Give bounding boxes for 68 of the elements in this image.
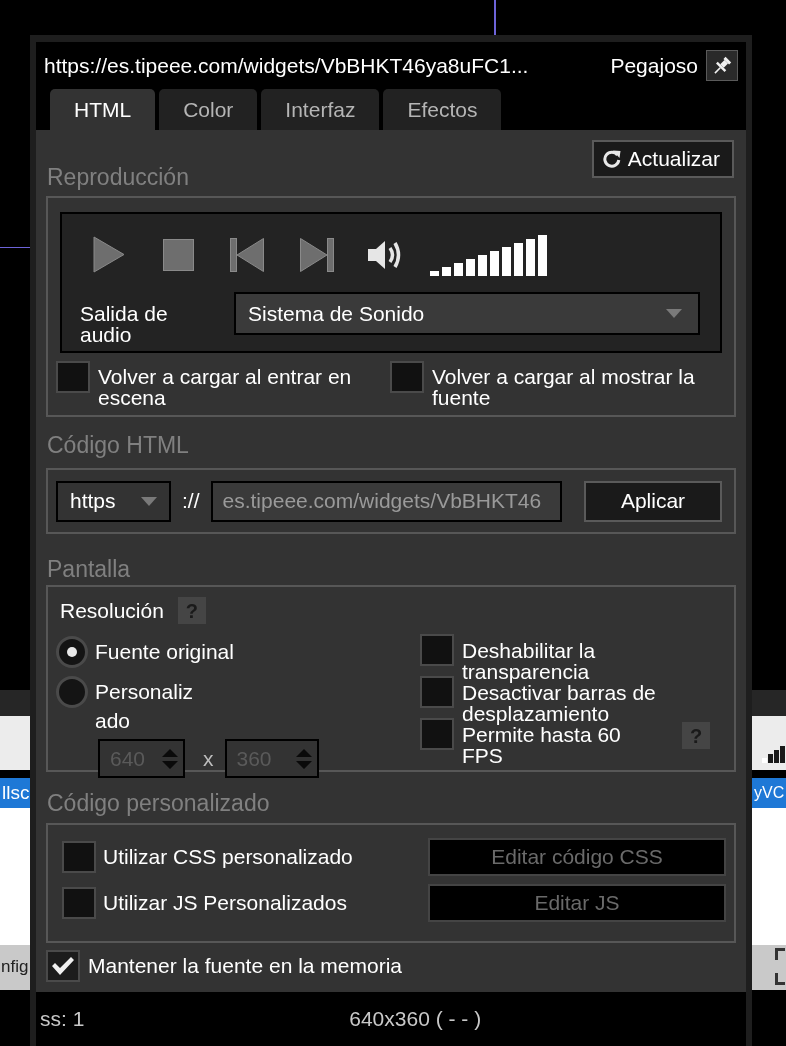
panel-area xyxy=(0,716,30,770)
checkbox-label[interactable]: Mantener la fuente en la memoria xyxy=(88,950,402,982)
checkbox-label[interactable]: Volver a cargar al mostrar la fuente xyxy=(432,361,712,408)
tab[interactable]: Interfaz xyxy=(261,89,380,130)
checkbox[interactable] xyxy=(390,361,424,393)
tab[interactable]: Efectos xyxy=(383,89,502,130)
checkbox[interactable] xyxy=(56,361,90,393)
radio-dot-icon xyxy=(67,647,77,657)
tab[interactable]: Color xyxy=(159,89,258,130)
checkbox-label[interactable]: Volver a cargar al entrar en escena xyxy=(98,361,370,408)
checkbox-label[interactable]: Utilizar JS Personalizados xyxy=(103,887,347,919)
volume-bar[interactable] xyxy=(538,234,547,276)
field-label: Resolución xyxy=(60,597,164,624)
section-title: Código personalizado xyxy=(46,791,271,815)
radio-button[interactable] xyxy=(56,676,88,708)
volume-bar[interactable] xyxy=(442,266,451,276)
url-separator: :// xyxy=(182,488,200,515)
checkbox[interactable] xyxy=(420,718,454,750)
checkbox[interactable] xyxy=(62,887,96,919)
apply-button[interactable]: Aplicar xyxy=(584,480,722,522)
checkbox[interactable] xyxy=(46,950,80,982)
volume-bar[interactable] xyxy=(430,270,439,276)
dropdown[interactable]: https xyxy=(56,480,171,522)
volume-bar[interactable] xyxy=(514,242,523,276)
fullscreen-icon[interactable] xyxy=(775,948,786,985)
pin-button[interactable] xyxy=(706,50,738,81)
volume-bar[interactable] xyxy=(526,238,535,276)
volume-bar[interactable] xyxy=(490,250,499,276)
checkbox[interactable] xyxy=(420,634,454,666)
volume-bar[interactable] xyxy=(502,246,511,276)
refresh-button[interactable]: Actualizar xyxy=(591,140,734,178)
size-separator: x xyxy=(203,745,214,772)
volume-bar[interactable] xyxy=(454,262,463,276)
refresh-icon xyxy=(602,150,621,168)
row-text: llsc xyxy=(2,781,30,805)
stop-icon[interactable] xyxy=(163,238,194,271)
volume-bar[interactable] xyxy=(466,258,475,276)
checkbox-label[interactable]: Desactivar barras de desplazamiento xyxy=(462,682,684,724)
pin-icon xyxy=(711,54,733,77)
skip-back-icon[interactable] xyxy=(230,237,264,272)
field-label: Salida de audio xyxy=(80,301,169,345)
checkbox[interactable] xyxy=(62,841,96,873)
status-text: 640x360 ( - - ) xyxy=(349,1006,482,1033)
section-title: Reproducción xyxy=(46,165,189,189)
radio-label[interactable]: Personalizado xyxy=(95,677,199,735)
checkbox-label[interactable]: Deshabilitar la transparencia xyxy=(462,640,684,682)
status-text: ss: 1 xyxy=(39,1006,85,1033)
dropdown[interactable]: Sistema de Sonido xyxy=(234,292,700,335)
radio-button[interactable] xyxy=(56,636,88,668)
caret-icon xyxy=(141,496,157,506)
toolbar-text: nfig xyxy=(1,956,29,978)
section-title: Código HTML xyxy=(46,433,190,457)
window-title: https://es.tipeee.com/widgets/VbBHKT46ya8uFC1... xyxy=(44,52,530,79)
checkbox-label[interactable]: Utilizar CSS personalizado xyxy=(103,841,353,873)
pin-label: Pegajoso xyxy=(610,52,698,79)
bars-icon xyxy=(762,745,786,763)
tab[interactable]: HTML xyxy=(50,89,156,130)
checkmark-icon xyxy=(51,956,75,976)
skip-forward-icon[interactable] xyxy=(300,237,334,272)
url-field[interactable]: es.tipeee.com/widgets/VbBHKT46 xyxy=(210,480,562,522)
play-icon[interactable] xyxy=(93,236,125,273)
checkbox[interactable] xyxy=(420,676,454,708)
section-title: Pantalla xyxy=(46,557,132,581)
radio-label[interactable]: Fuente original xyxy=(95,637,234,666)
caret-icon xyxy=(666,309,682,318)
row-text: yVC xyxy=(754,783,785,803)
volume-bar[interactable] xyxy=(478,254,487,276)
checkbox-label[interactable]: Permite hasta 60 FPS xyxy=(462,724,634,766)
